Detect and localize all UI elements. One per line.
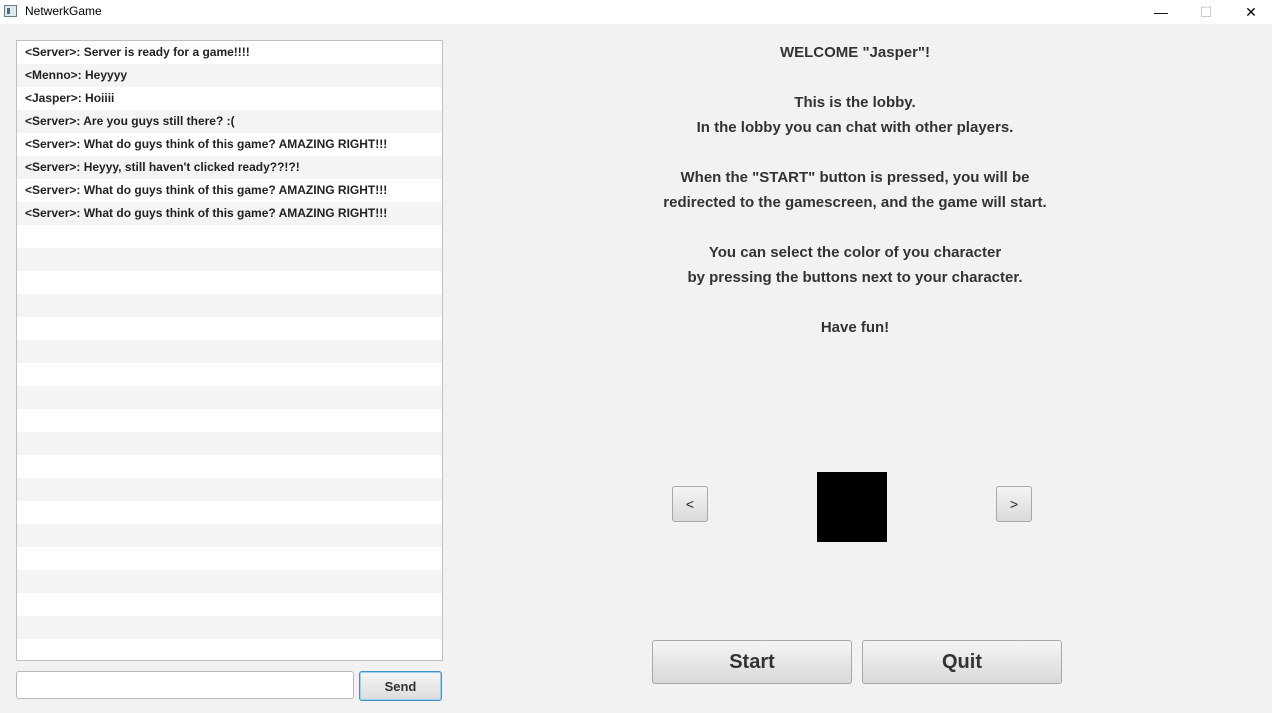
chat-message: <Jasper>: Hoiiii [17,87,442,110]
chat-empty-row [17,524,442,547]
chat-empty-row [17,501,442,524]
chat-empty-row [17,248,442,271]
quit-button[interactable]: Quit [862,640,1062,684]
lobby-info: WELCOME "Jasper"! This is the lobby. In t… [560,40,1150,340]
close-icon[interactable]: ✕ [1228,0,1272,24]
previous-color-button[interactable]: < [672,486,708,522]
lobby-text-line: When the "START" button is pressed, you … [680,169,1030,186]
lobby-spacer [560,215,1150,240]
chat-empty-row [17,363,442,386]
chat-empty-row [17,271,442,294]
chat-empty-row [17,294,442,317]
chat-empty-row [17,639,442,660]
chat-empty-row [17,547,442,570]
chat-message: <Server>: Server is ready for a game!!!! [17,41,442,64]
chat-message: <Server>: What do guys think of this gam… [17,133,442,156]
lobby-text-line: You can select the color of you characte… [708,244,1002,261]
chat-empty-row [17,409,442,432]
chat-empty-row [17,478,442,501]
chat-empty-row [17,455,442,478]
chat-empty-row [17,570,442,593]
chat-message: <Server>: What do guys think of this gam… [17,202,442,225]
lobby-text-line: redirected to the gamescreen, and the ga… [663,194,1047,211]
lobby-text-line: Have fun! [820,319,890,336]
lobby-spacer [560,140,1150,165]
title-bar: NetwerkGame — ☐ ✕ [0,0,1272,24]
chat-message: <Server>: Are you guys still there? :( [17,110,442,133]
app-icon [4,5,17,17]
lobby-text-line: This is the lobby. [794,94,916,111]
chat-empty-row [17,432,442,455]
chat-message-list[interactable]: <Server>: Server is ready for a game!!!!… [16,40,443,661]
chat-empty-row [17,317,442,340]
window-title: NetwerkGame [25,4,102,18]
next-color-button[interactable]: > [996,486,1032,522]
send-button[interactable]: Send [359,671,442,701]
chat-empty-row [17,593,442,616]
character-preview [817,472,887,542]
maximize-icon[interactable]: ☐ [1183,0,1229,24]
chat-input[interactable] [16,671,354,699]
lobby-text-line: by pressing the buttons next to your cha… [687,269,1023,286]
chat-message: <Menno>: Heyyyy [17,64,442,87]
lobby-text-line: In the lobby you can chat with other pla… [696,119,1014,136]
chat-empty-row [17,340,442,363]
chat-empty-row [17,225,442,248]
minimize-icon[interactable]: — [1138,0,1184,24]
welcome-heading: WELCOME "Jasper"! [779,44,931,61]
chat-message: <Server>: What do guys think of this gam… [17,179,442,202]
chat-empty-row [17,616,442,639]
start-button[interactable]: Start [652,640,852,684]
chat-message: <Server>: Heyyy, still haven't clicked r… [17,156,442,179]
chat-empty-row [17,386,442,409]
lobby-spacer [560,290,1150,315]
